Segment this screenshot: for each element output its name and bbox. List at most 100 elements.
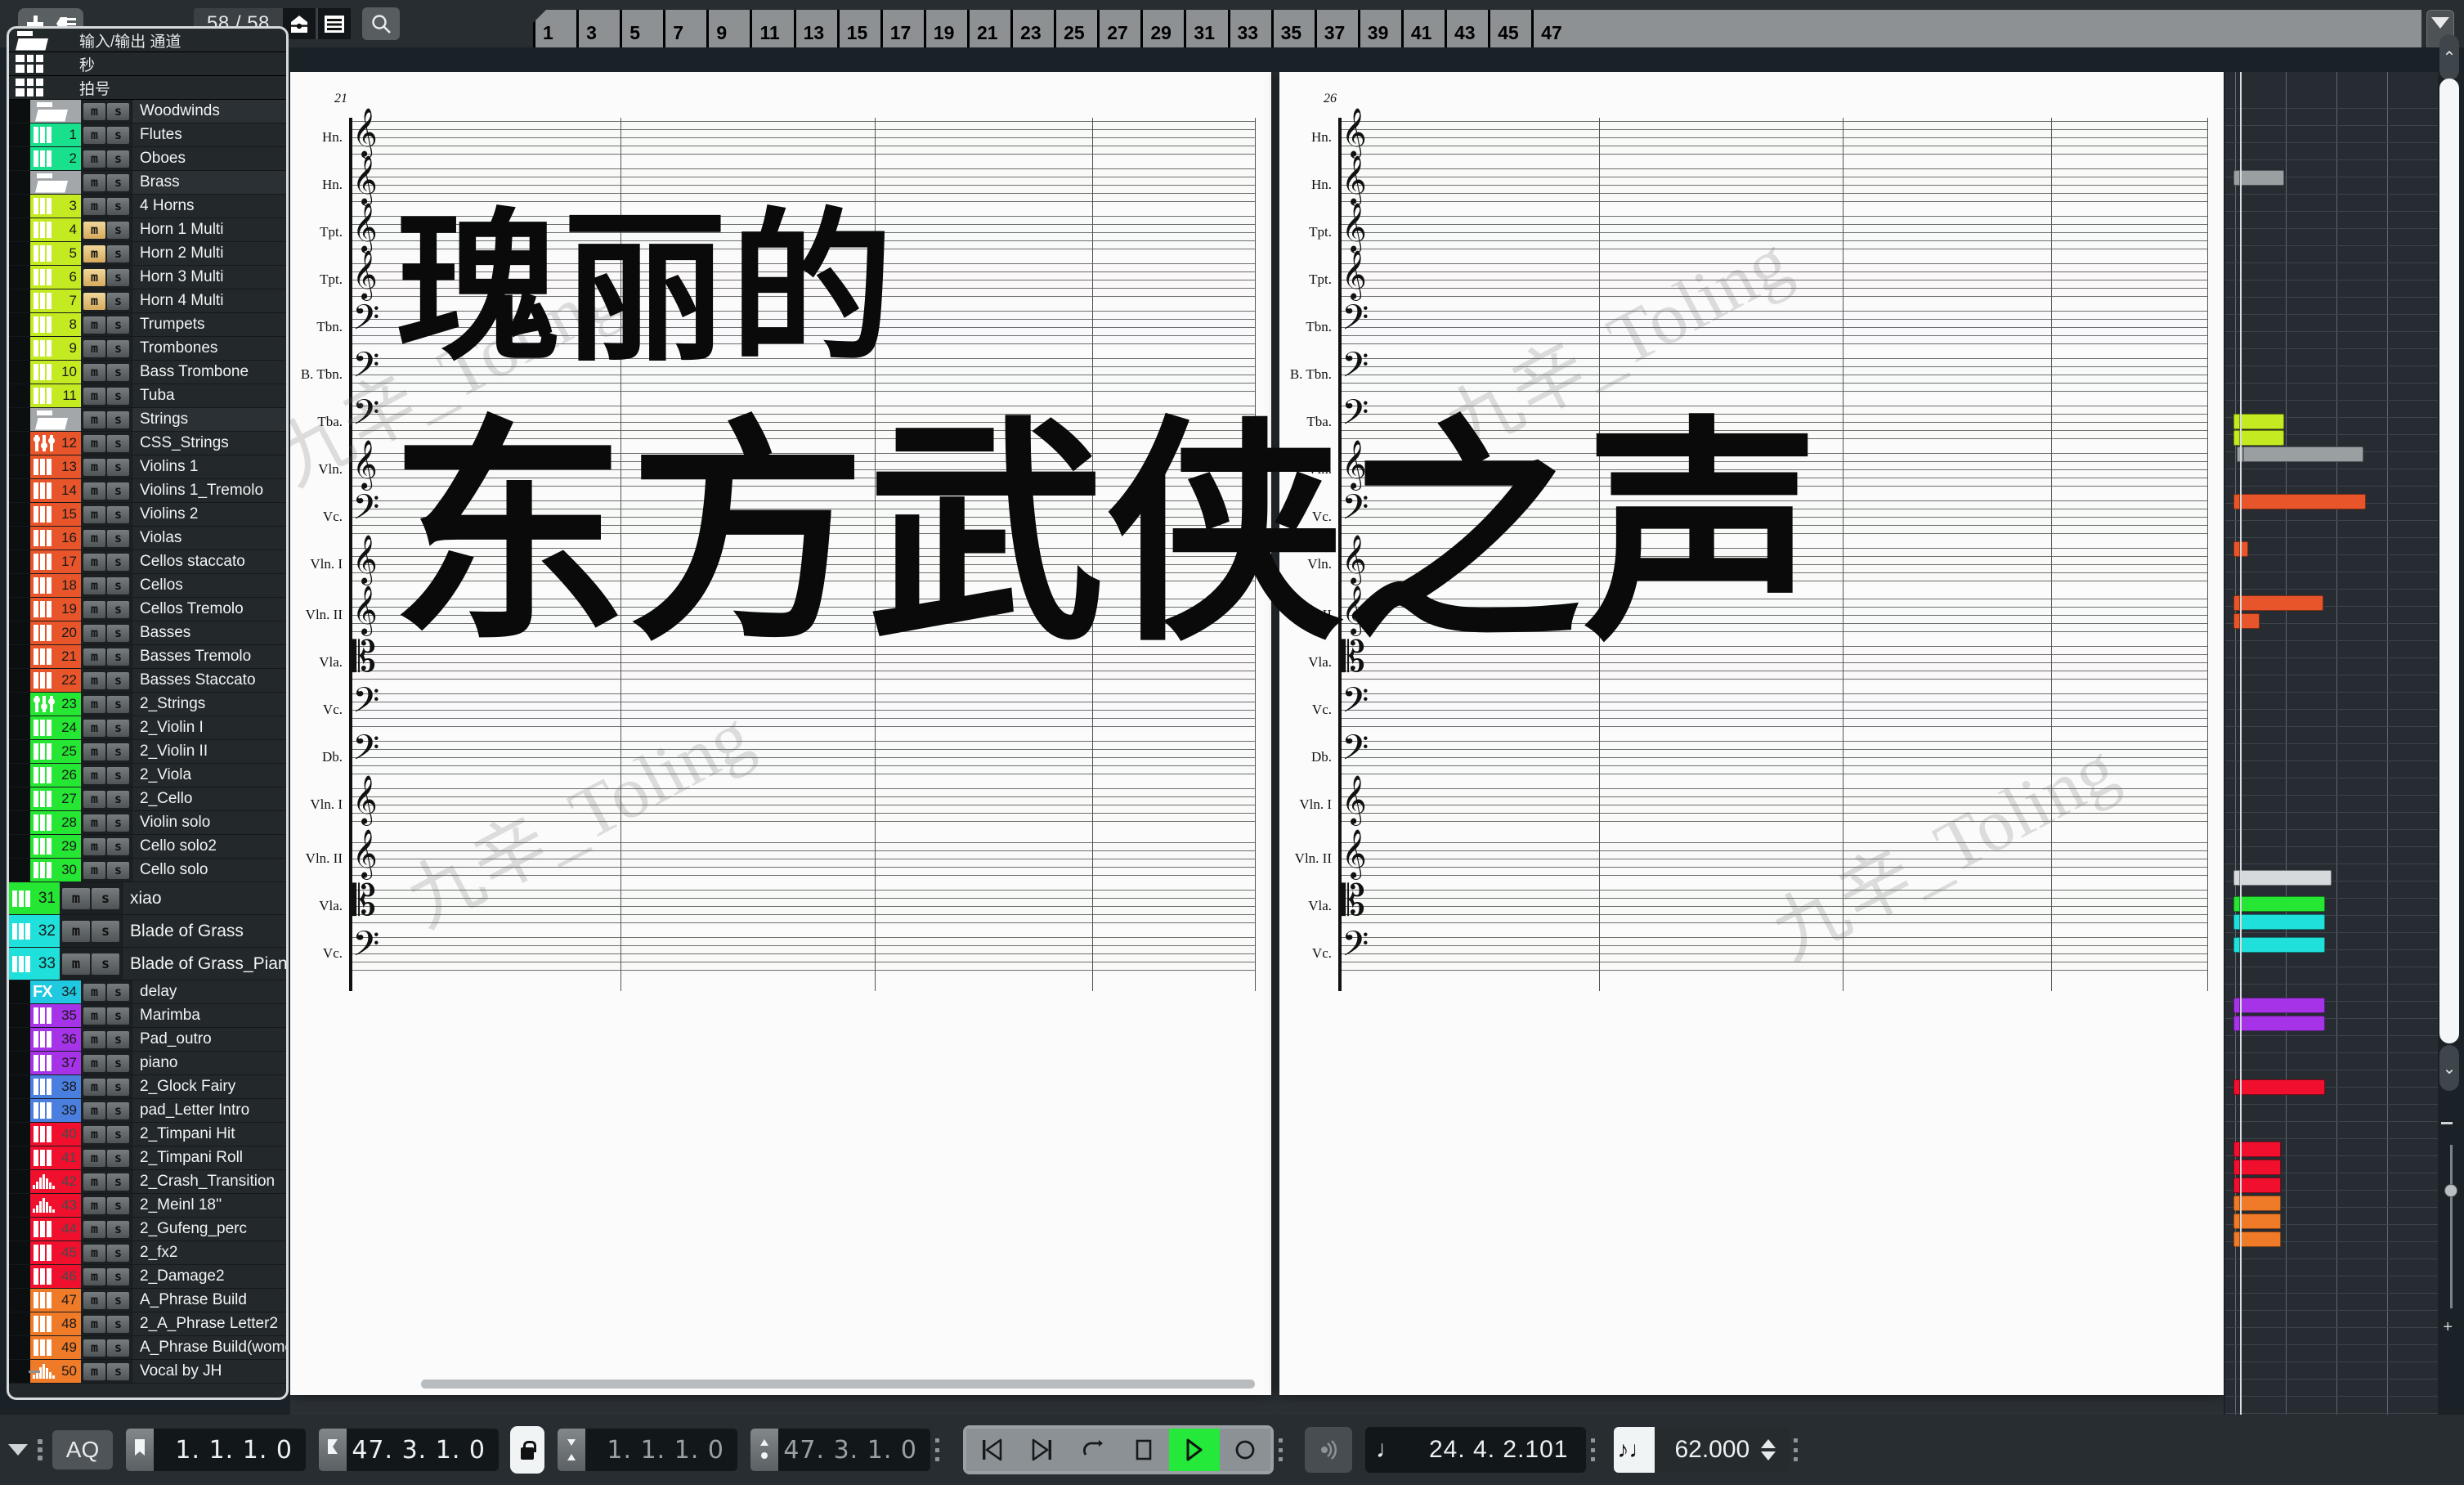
solo-button[interactable]: s <box>107 1101 129 1119</box>
mute-button[interactable]: m <box>83 505 105 523</box>
ruler-bar[interactable]: 47 <box>1531 10 1575 47</box>
track-name[interactable]: Woodwinds <box>132 100 286 123</box>
track-color-number[interactable]: 42 <box>30 1170 81 1193</box>
track-color-number[interactable]: 37 <box>30 1052 81 1074</box>
track-row[interactable]: 5 m s Horn 2 Multi <box>9 242 286 266</box>
track-row[interactable]: 23 m s 2_Strings <box>9 693 286 716</box>
staff-system[interactable]: Hn. 𝄞 <box>322 159 1255 204</box>
track-color-number[interactable]: 2 <box>30 147 81 170</box>
track-color-number[interactable]: 46 <box>30 1265 81 1288</box>
track-color-number[interactable]: 27 <box>30 787 81 810</box>
solo-button[interactable]: s <box>107 1149 129 1167</box>
track-name[interactable]: Cello solo2 <box>132 835 286 858</box>
ruler-bar[interactable]: 25 <box>1054 10 1097 47</box>
track-name[interactable]: 2_Timpani Roll <box>132 1146 286 1169</box>
solo-button[interactable]: s <box>107 387 129 405</box>
track-row[interactable]: 30 m s Cello solo <box>9 859 286 882</box>
track-row[interactable]: 29 m s Cello solo2 <box>9 835 286 859</box>
track-name[interactable]: Trombones <box>132 337 286 360</box>
track-color-number[interactable]: 18 <box>30 574 81 597</box>
track-color-number[interactable]: FX 34 <box>30 980 81 1003</box>
track-name[interactable]: CSS_Strings <box>132 432 286 455</box>
mute-button[interactable]: m <box>83 411 105 428</box>
solo-button[interactable]: s <box>107 458 129 476</box>
ruler-bar[interactable]: 19 <box>923 10 967 47</box>
track-color-number[interactable]: 15 <box>30 503 81 526</box>
track-row[interactable]: 47 m s A_Phrase Build <box>9 1289 286 1312</box>
ruler-bar[interactable]: 37 <box>1314 10 1358 47</box>
track-color-number[interactable]: 3 <box>30 195 81 218</box>
track-row[interactable]: 17 m s Cellos staccato <box>9 550 286 574</box>
solo-button[interactable]: s <box>107 245 129 262</box>
stop-icon[interactable] <box>1118 1429 1169 1471</box>
mute-button[interactable]: m <box>83 1030 105 1048</box>
track-color-number[interactable]: 29 <box>30 835 81 858</box>
track-name[interactable]: piano <box>132 1052 286 1074</box>
cycle-icon[interactable] <box>1068 1429 1118 1471</box>
solo-button[interactable]: s <box>107 1267 129 1285</box>
scroll-down-button[interactable]: ⌄ <box>2439 1045 2459 1091</box>
mute-button[interactable]: m <box>83 316 105 334</box>
solo-button[interactable]: s <box>107 766 129 784</box>
solo-button[interactable]: s <box>107 695 129 713</box>
track-name[interactable]: Blade of Grass_Piano_way <box>122 948 286 980</box>
track-color-number[interactable]: 6 <box>30 266 81 289</box>
track-name[interactable]: Horn 3 Multi <box>132 266 286 289</box>
mute-button[interactable]: m <box>83 1315 105 1333</box>
track-row[interactable]: 48 m s 2_A_Phrase Letter2 <box>9 1312 286 1336</box>
menu-dots-icon[interactable] <box>38 1439 43 1460</box>
mini-clip[interactable] <box>2237 446 2363 462</box>
staff-system[interactable]: Vln. II 𝄞 <box>306 589 1255 635</box>
staff-system[interactable]: Vc. 𝄢 <box>323 684 1255 729</box>
solo-button[interactable]: s <box>107 221 129 239</box>
track-row[interactable]: 27 m s 2_Cello <box>9 787 286 811</box>
score-page-1[interactable]: 21 Hn. 𝄞 Hn. 𝄞 Tpt. 𝄞 Tpt. 𝄞 Tbn. 𝄢 B. Tbn. 𝄢 Tba. 𝄢 V… <box>290 72 1271 1395</box>
ruler-bar[interactable]: 39 <box>1357 10 1401 47</box>
punch-in-locator[interactable]: 1. 1. 1. 0 <box>558 1429 737 1471</box>
solo-button[interactable]: s <box>92 887 119 909</box>
mute-button[interactable]: m <box>83 1149 105 1167</box>
solo-button[interactable]: s <box>107 553 129 571</box>
track-row[interactable]: 16 m s Violas <box>9 527 286 550</box>
track-color-number[interactable]: 24 <box>30 716 81 739</box>
track-color-number[interactable]: 44 <box>30 1218 81 1240</box>
solo-button[interactable]: s <box>107 1220 129 1238</box>
track-name[interactable]: 4 Horns <box>132 195 286 218</box>
mute-button[interactable]: m <box>62 887 90 909</box>
track-name[interactable]: Cellos Tremolo <box>132 598 286 621</box>
track-row[interactable]: 3ms4 Horns <box>9 195 286 218</box>
track-color-number[interactable]: 22 <box>30 669 81 692</box>
track-color-number[interactable]: 8 <box>30 313 81 336</box>
track-row[interactable]: 40 m s 2_Timpani Hit <box>9 1123 286 1146</box>
track-row[interactable]: 9 m s Trombones <box>9 337 286 361</box>
track-row[interactable]: FX 34 m s delay <box>9 980 286 1004</box>
track-row[interactable]: 2 m s Oboes <box>9 147 286 171</box>
track-color-number[interactable] <box>30 408 81 431</box>
solo-button[interactable]: s <box>107 624 129 642</box>
solo-button[interactable]: s <box>107 861 129 879</box>
track-color-number[interactable]: 17 <box>30 550 81 573</box>
track-color-number[interactable]: 41 <box>30 1146 81 1169</box>
track-color-number[interactable]: 25 <box>30 740 81 763</box>
solo-button[interactable]: s <box>107 1362 129 1380</box>
track-name[interactable]: 2_Violin I <box>132 716 286 739</box>
mute-button[interactable]: m <box>83 1244 105 1262</box>
track-name[interactable]: Horn 4 Multi <box>132 289 286 312</box>
track-row[interactable]: 41 m s 2_Timpani Roll <box>9 1146 286 1170</box>
solo-button[interactable]: s <box>107 1339 129 1357</box>
track-color-number[interactable]: 7 <box>30 289 81 312</box>
ruler-bar[interactable]: 15 <box>836 10 880 47</box>
track-row[interactable]: 24 m s 2_Violin I <box>9 716 286 740</box>
solo-button[interactable]: s <box>107 814 129 832</box>
track-name[interactable]: Basses Staccato <box>132 669 286 692</box>
punch-out-value[interactable]: 47. 3. 1. 0 <box>778 1429 930 1471</box>
track-name[interactable]: xiao <box>122 882 286 914</box>
ruler-bar[interactable]: 13 <box>793 10 837 47</box>
mute-button[interactable]: m <box>83 553 105 571</box>
track-row[interactable]: 7 m s Horn 4 Multi <box>9 289 286 313</box>
track-name[interactable]: 2_Crash_Transition <box>132 1170 286 1193</box>
ruler-bar[interactable]: 27 <box>1097 10 1140 47</box>
solo-button[interactable]: s <box>107 1244 129 1262</box>
right-locator-value[interactable]: 47. 3. 1. 0 <box>347 1429 499 1471</box>
track-row[interactable]: 25 m s 2_Violin II <box>9 740 286 764</box>
